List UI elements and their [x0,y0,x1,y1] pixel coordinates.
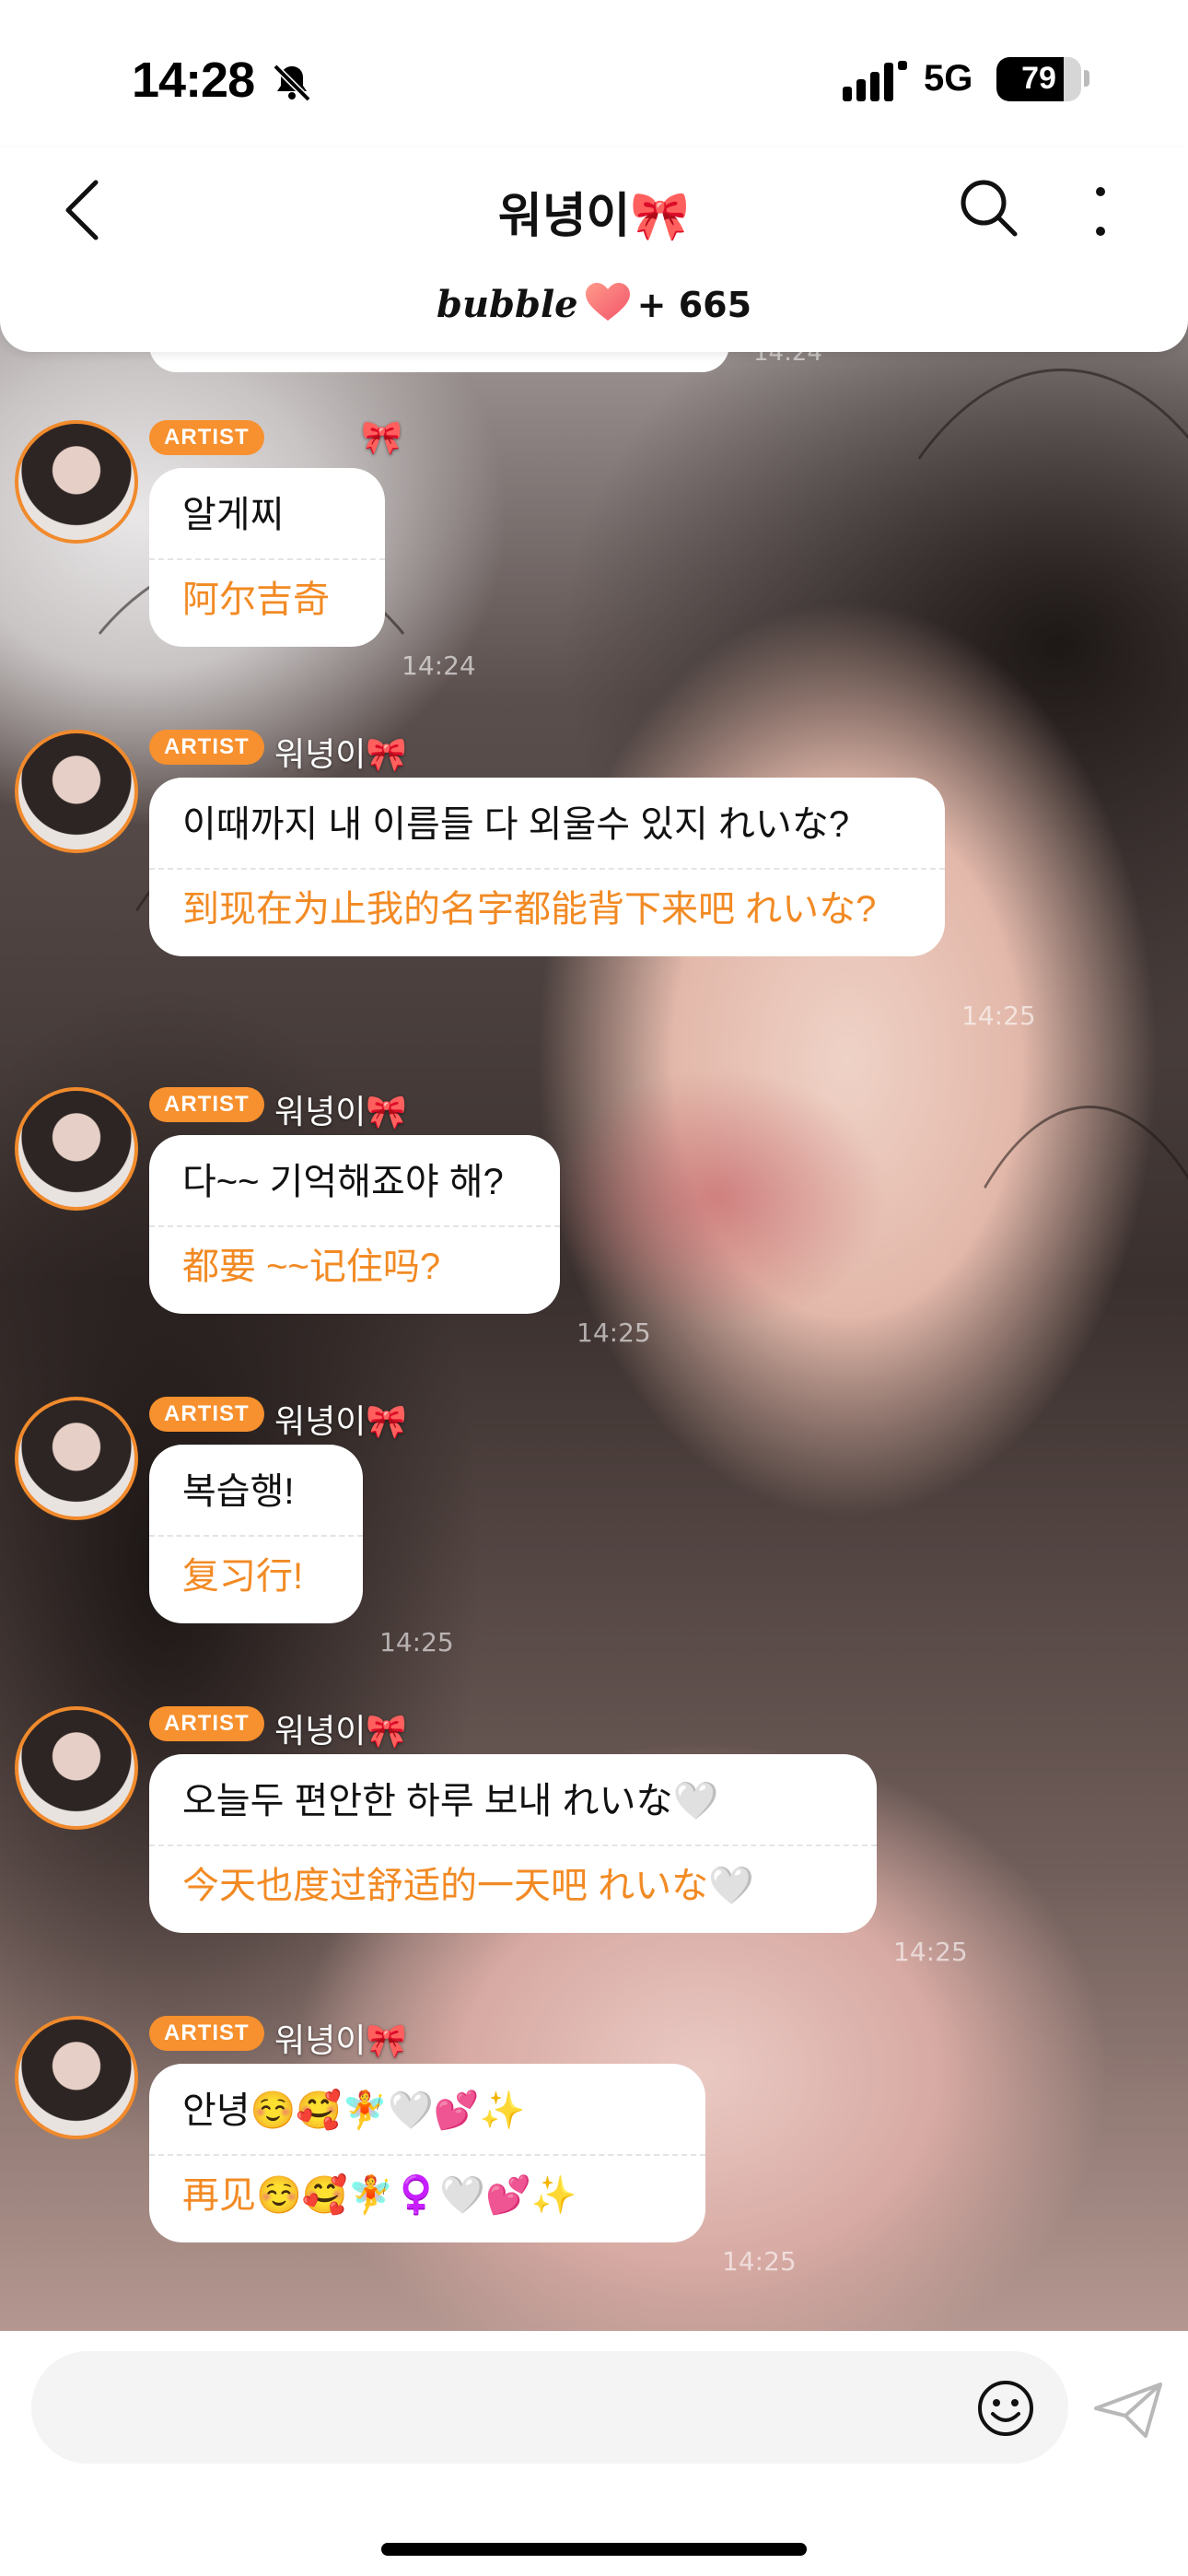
message-text-translation: 再见☺️🥰🧚♀️🤍💕✨ [182,2175,577,2216]
message-text-korean: 알게찌 [182,495,285,535]
message-text-translation: 阿尔吉奇 [182,580,330,620]
emoji-icon[interactable] [976,2379,1035,2438]
message-time: 14:25 [893,1937,968,1967]
avatar[interactable] [15,1087,138,1211]
message-bubble[interactable]: 다~~ 기억해죠야 해? 都要 ~~记住吗? [149,1135,560,1314]
message-text-translation: 复习行! [182,1556,304,1597]
sender-name: 워녕이🎀 [274,1093,408,1130]
avatar[interactable] [15,2016,138,2139]
more-vertical-icon[interactable] [1087,181,1114,245]
battery-percent: 79 [1021,61,1056,96]
message-bubble[interactable]: 알게찌 阿尔吉奇 [149,468,385,647]
reaction-count: + 665 [636,285,752,325]
message-time: 14:24 [402,650,476,681]
artist-badge: ARTIST [149,1706,264,1741]
cellular-signal-icon [843,61,907,101]
status-time: 14:28 [132,53,255,108]
sender-name: 워녕이🎀 [274,1712,408,1750]
battery-indicator: 79 [996,57,1081,101]
avatar[interactable] [15,730,138,853]
sender-name: 워녕이🎀 [274,1402,408,1440]
message-input[interactable] [31,2351,1068,2464]
message-time: 14:25 [722,2246,797,2277]
sender-name: 워녕이🎀 [274,735,408,773]
avatar[interactable] [15,420,138,544]
sender-name: 🎀 [361,418,402,456]
network-type: 5G [924,58,973,99]
message-time: 14:25 [961,1001,1036,1031]
chat-message-list[interactable]: 14:24 ARTIST 🎀 알게찌 阿尔吉奇 14:24 ARTIST 워녕이… [0,339,1188,2331]
sender-name: 워녕이🎀 [274,2021,408,2059]
bubble-logo: bubble [436,283,578,326]
message-time: 14:25 [379,1627,454,1657]
artist-badge: ARTIST [149,730,264,765]
artist-badge: ARTIST [149,420,264,455]
message-text-korean: 이때까지 내 이름들 다 외울수 있지 れいな? [182,804,850,845]
bubble-reaction-line: bubble + 665 [0,282,1188,326]
message-bubble[interactable]: 복습행! 复习行! [149,1445,363,1623]
chat-header: 워녕이🎀 bubble + 665 [0,147,1188,352]
home-indicator [381,2543,807,2556]
send-icon[interactable] [1092,2381,1164,2440]
message-bubble[interactable]: 안녕☺️🥰🧚🤍💕✨ 再见☺️🥰🧚♀️🤍💕✨ [149,2064,705,2242]
message-text-korean: 오늘두 편안한 하루 보내 れいな🤍 [182,1781,719,1821]
message-text-korean: 다~~ 기억해죠야 해? [182,1162,504,1202]
message-input-bar [0,2331,1188,2576]
battery-tip [1084,70,1089,87]
message-bubble[interactable]: 오늘두 편안한 하루 보내 れいな🤍 今天也度过舒适的一天吧 れいな🤍 [149,1754,877,1933]
avatar[interactable] [15,1706,138,1830]
message-text-korean: 안녕☺️🥰🧚🤍💕✨ [182,2090,526,2131]
artist-badge: ARTIST [149,1397,264,1432]
message-text-translation: 到现在为止我的名字都能背下来吧 れいな? [182,889,877,930]
message-text-translation: 都要 ~~记住吗? [182,1247,441,1287]
avatar[interactable] [15,1397,138,1520]
artist-badge: ARTIST [149,1087,264,1122]
search-icon[interactable] [956,175,1020,240]
status-bar: 14:28 5G 79 [0,0,1188,147]
message-text-korean: 복습행! [182,1471,295,1512]
artist-badge: ARTIST [149,2016,264,2051]
message-bubble[interactable]: 이때까지 내 이름들 다 외울수 있지 れいな? 到现在为止我的名字都能背下来吧… [149,778,945,956]
message-time: 14:25 [577,1317,651,1348]
heart-icon [585,283,630,321]
bell-muted-icon [273,64,311,102]
message-text-translation: 今天也度过舒适的一天吧 れいな🤍 [182,1866,754,1906]
